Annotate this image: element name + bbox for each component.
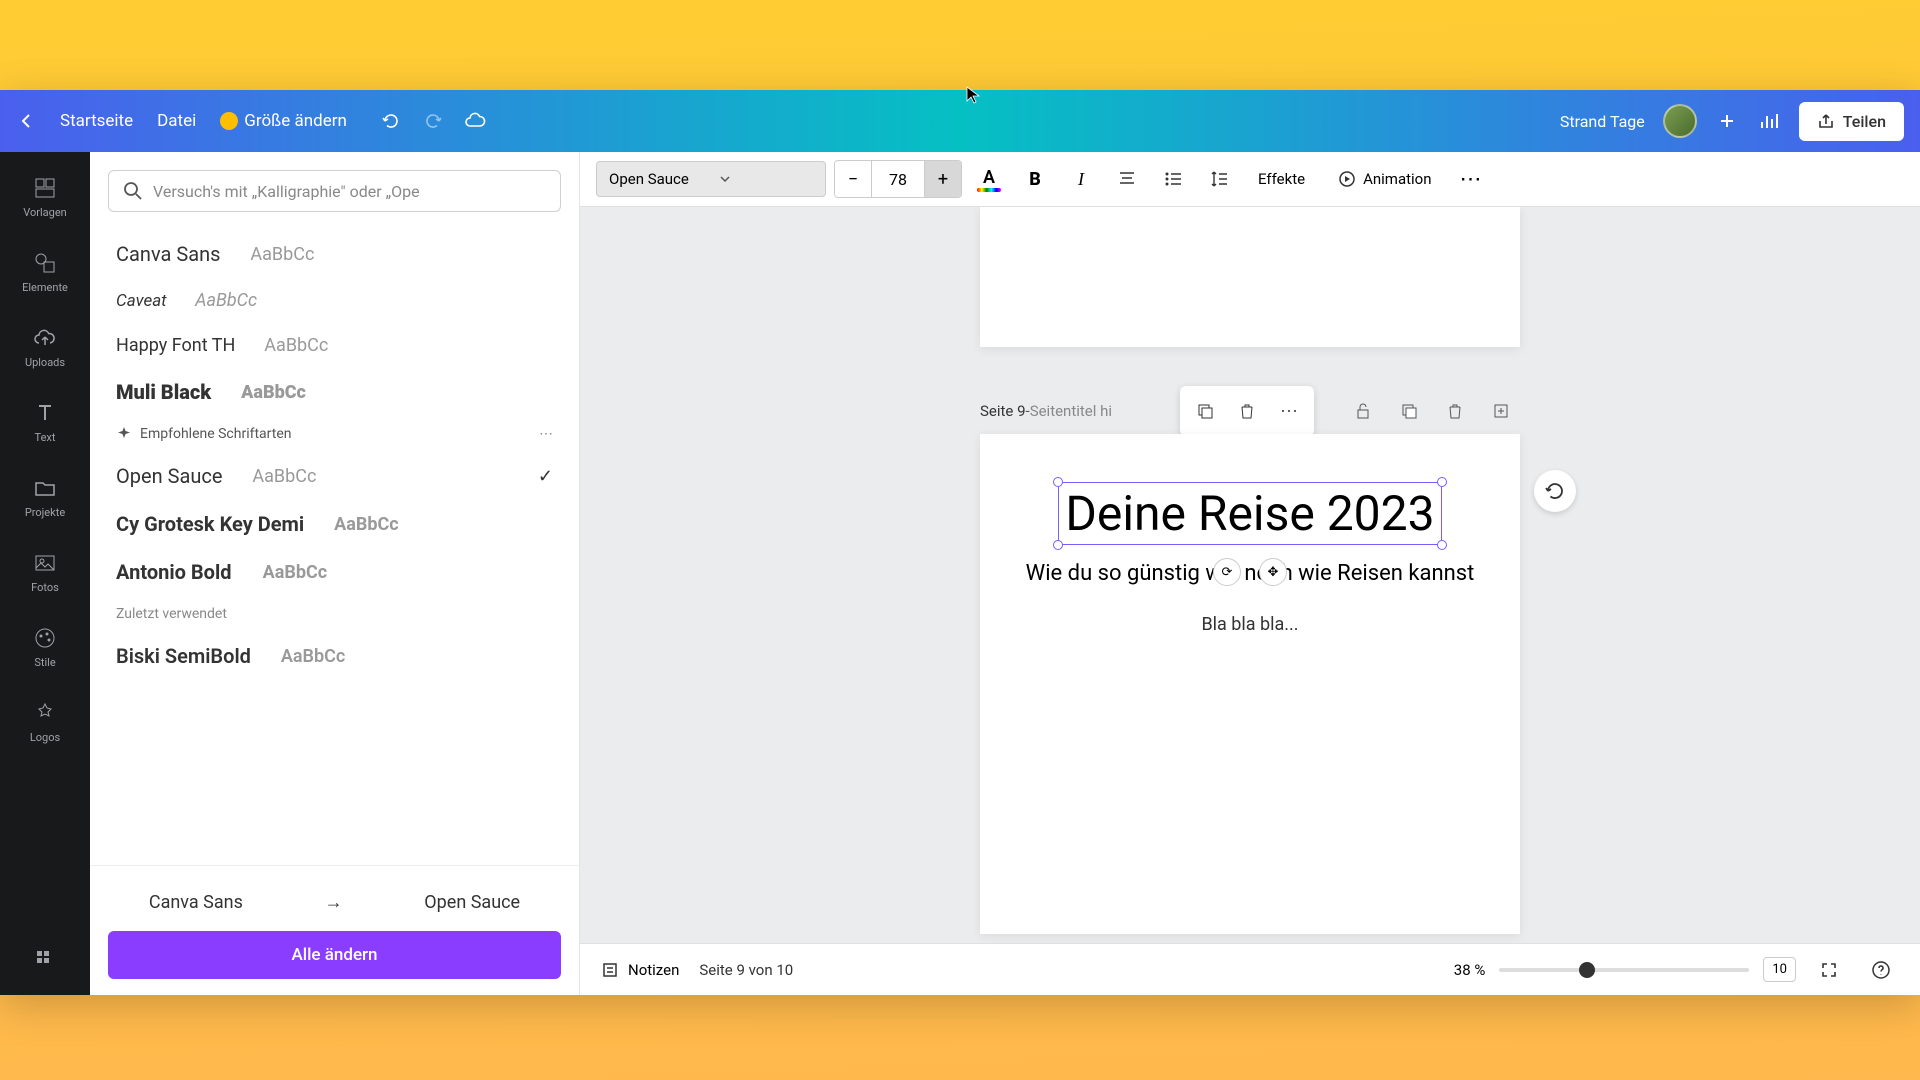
duplicate-button[interactable]: [1186, 392, 1224, 430]
regenerate-button[interactable]: [1534, 470, 1576, 512]
font-search[interactable]: [108, 170, 561, 212]
zoom-level: 38 %: [1454, 961, 1486, 979]
duplicate-page-button[interactable]: [1390, 392, 1428, 430]
rotate-handle[interactable]: ⟳: [1213, 558, 1241, 586]
help-button[interactable]: [1862, 951, 1900, 989]
text-color-button[interactable]: A: [970, 160, 1008, 198]
rail-templates[interactable]: Vorlagen: [0, 162, 90, 233]
spacing-button[interactable]: [1200, 160, 1238, 198]
notes-button[interactable]: Notizen: [600, 960, 679, 980]
redo-button[interactable]: [421, 109, 445, 133]
rail-logos[interactable]: Logos: [0, 687, 90, 758]
font-item[interactable]: Cy Grotesk Key Demi AaBbCc: [108, 500, 561, 548]
bold-button[interactable]: B: [1016, 160, 1054, 198]
sparkle-icon: [116, 426, 132, 442]
lock-page-button[interactable]: [1344, 392, 1382, 430]
search-icon: [123, 181, 143, 201]
animation-icon: [1337, 169, 1357, 189]
font-size-increase[interactable]: +: [925, 161, 961, 197]
font-size-input[interactable]: [871, 161, 925, 197]
font-size-decrease[interactable]: −: [835, 161, 871, 197]
font-change-preview: Canva Sans → Open Sauce: [108, 882, 561, 931]
rail-elements[interactable]: Elemente: [0, 237, 90, 308]
bottom-bar: Notizen Seite 9 von 10 38 % 10: [580, 943, 1920, 995]
delete-button[interactable]: [1228, 392, 1266, 430]
recommended-fonts-section: Empfohlene Schriftarten ⋯: [108, 416, 561, 452]
cloud-save-icon[interactable]: [463, 109, 487, 133]
recent-fonts-section: Zuletzt verwendet: [108, 596, 561, 632]
selected-heading-text[interactable]: Deine Reise 2023: [1058, 482, 1441, 545]
page-counter: Seite 9 von 10: [699, 961, 793, 979]
list-button[interactable]: [1154, 160, 1192, 198]
user-avatar[interactable]: [1663, 104, 1697, 138]
crown-icon: [220, 112, 238, 130]
add-page-button[interactable]: [1482, 392, 1520, 430]
italic-button[interactable]: I: [1062, 160, 1100, 198]
resize-menu[interactable]: Größe ändern: [220, 111, 347, 131]
element-context-toolbar: ⋯: [1180, 386, 1314, 436]
rail-uploads[interactable]: Uploads: [0, 312, 90, 383]
fullscreen-button[interactable]: [1810, 951, 1848, 989]
rail-projects[interactable]: Projekte: [0, 462, 90, 533]
font-item[interactable]: Muli Black AaBbCc: [108, 368, 561, 416]
move-handle[interactable]: ✥: [1259, 558, 1287, 586]
align-button[interactable]: [1108, 160, 1146, 198]
rail-text[interactable]: Text: [0, 387, 90, 458]
font-item[interactable]: Canva Sans AaBbCc: [108, 230, 561, 278]
font-item[interactable]: Caveat AaBbCc: [108, 278, 561, 323]
apply-all-button[interactable]: Alle ändern: [108, 931, 561, 979]
font-family-dropdown[interactable]: Open Sauce: [596, 161, 826, 197]
font-item[interactable]: Biski SemiBold AaBbCc: [108, 632, 561, 680]
insights-button[interactable]: [1757, 109, 1781, 133]
body-text[interactable]: Bla bla bla...: [1010, 614, 1490, 635]
notes-icon: [600, 960, 620, 980]
app-header: Startseite Datei Größe ändern Strand Tag…: [0, 90, 1920, 152]
page-header: Seite 9 - Seitentitel hi ⋯: [980, 392, 1520, 430]
effects-button[interactable]: Effekte: [1246, 162, 1317, 196]
font-item[interactable]: Happy Font TH AaBbCc: [108, 323, 561, 368]
undo-button[interactable]: [379, 109, 403, 133]
delete-page-button[interactable]: [1436, 392, 1474, 430]
more-button[interactable]: ⋯: [1270, 392, 1308, 430]
animation-button[interactable]: Animation: [1325, 161, 1443, 197]
font-search-input[interactable]: [153, 182, 546, 201]
page-8-preview[interactable]: [980, 207, 1520, 347]
canvas[interactable]: Seite 9 - Seitentitel hi ⋯: [580, 207, 1920, 943]
side-rail: Vorlagen Elemente Uploads Text Projekte …: [0, 152, 90, 995]
more-icon[interactable]: ⋯: [539, 426, 553, 442]
back-button[interactable]: [16, 111, 36, 131]
font-item[interactable]: Open Sauce AaBbCc: [108, 452, 561, 500]
rail-photos[interactable]: Fotos: [0, 537, 90, 608]
text-toolbar: Open Sauce − + A B I: [580, 152, 1920, 207]
share-button[interactable]: Teilen: [1799, 102, 1904, 141]
font-item[interactable]: Antonio Bold AaBbCc: [108, 548, 561, 596]
arrow-right-icon: →: [325, 892, 343, 913]
rail-more[interactable]: [0, 933, 90, 985]
zoom-slider[interactable]: [1499, 968, 1749, 972]
rail-styles[interactable]: Stile: [0, 612, 90, 683]
chevron-down-icon: [719, 173, 731, 185]
page-thumbnails-button[interactable]: 10: [1763, 957, 1796, 982]
page-9[interactable]: Deine Reise 2023 Wie du so günstig wie n…: [980, 434, 1520, 934]
project-name[interactable]: Strand Tage: [1560, 112, 1645, 131]
add-collaborator-button[interactable]: [1715, 109, 1739, 133]
file-menu[interactable]: Datei: [157, 111, 196, 131]
font-panel: Canva Sans AaBbCc Caveat AaBbCc Happy Fo…: [90, 152, 580, 995]
home-link[interactable]: Startseite: [60, 111, 133, 131]
more-options-button[interactable]: ⋯: [1452, 160, 1490, 198]
page-title-input[interactable]: Seitentitel hi: [1030, 402, 1112, 420]
font-size-control: − +: [834, 160, 962, 198]
